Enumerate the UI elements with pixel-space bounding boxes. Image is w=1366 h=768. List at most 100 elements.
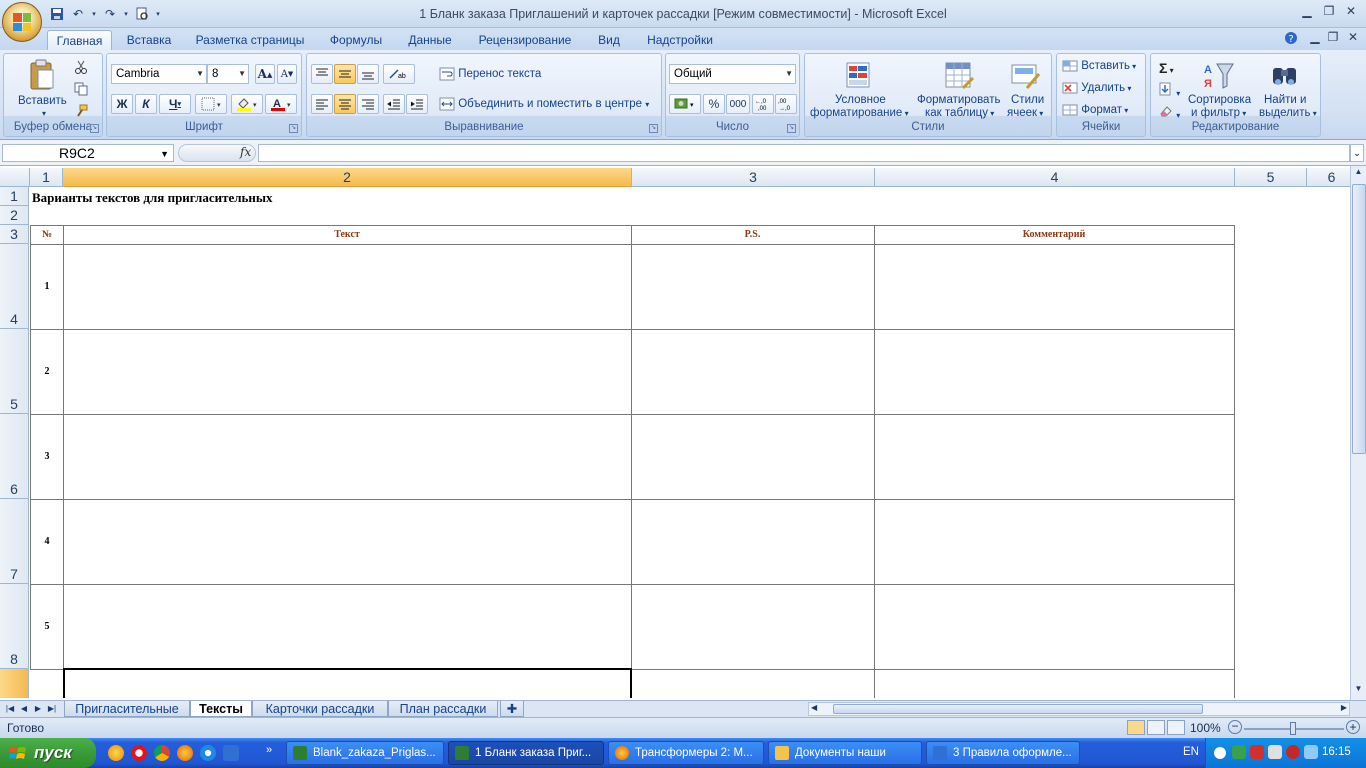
chevron-down-icon[interactable]: ▼	[160, 146, 169, 162]
column-header-1[interactable]: 1	[30, 168, 63, 187]
row-header-2[interactable]: 2	[0, 206, 29, 225]
fill-color-button[interactable]: ▾	[231, 94, 263, 114]
table-row-number[interactable]: 1	[30, 244, 64, 330]
table-cell-comment[interactable]	[874, 244, 1235, 330]
prev-sheet-icon[interactable]: ◀	[18, 702, 30, 716]
align-middle-button[interactable]	[334, 64, 356, 84]
tab-data[interactable]: Данные	[400, 30, 460, 50]
table-cell-ps[interactable]	[631, 584, 875, 670]
paste-button[interactable]: Вставить	[18, 95, 67, 107]
taskbar-button-folder[interactable]: Документы наши	[768, 741, 922, 765]
table-header-text[interactable]: Текст	[63, 225, 632, 245]
table-cell-ps[interactable]	[631, 329, 875, 415]
format-as-table-button[interactable]: как таблицу ▾	[925, 107, 994, 119]
tab-insert[interactable]: Вставка	[119, 30, 179, 50]
column-header-2[interactable]: 2	[63, 168, 632, 187]
increase-decimal-button[interactable]: ←,0,00	[752, 94, 774, 114]
help-icon[interactable]: ?	[1280, 31, 1302, 47]
insert-sheet-icon[interactable]: ✚	[500, 701, 524, 717]
insert-function-icon[interactable]: fx	[240, 145, 251, 159]
start-button[interactable]: пуск	[0, 738, 96, 768]
font-name-combo[interactable]: Cambria ▼	[111, 64, 207, 84]
tray-arrow-icon[interactable]	[1214, 747, 1226, 759]
row-header-6[interactable]: 6	[0, 414, 29, 499]
row-header-8[interactable]: 8	[0, 584, 29, 669]
close-icon[interactable]: ✕	[1340, 4, 1362, 20]
copy-icon[interactable]	[74, 82, 88, 99]
first-sheet-icon[interactable]: |◀	[4, 702, 16, 716]
format-as-table-icon[interactable]	[943, 60, 975, 92]
number-launcher-icon[interactable]: ↘	[787, 124, 796, 133]
table-cell-comment[interactable]	[874, 499, 1235, 585]
font-size-combo[interactable]: 8 ▼	[207, 64, 249, 84]
decrease-indent-button[interactable]	[383, 94, 405, 114]
quick-launch-icon[interactable]	[108, 745, 124, 761]
table-cell-comment[interactable]	[874, 669, 1235, 698]
wrap-text-button[interactable]: Перенос текста	[439, 67, 541, 81]
table-cell-text[interactable]	[63, 414, 632, 500]
word-quicklaunch-icon[interactable]	[223, 745, 239, 761]
table-header-comment[interactable]: Комментарий	[874, 225, 1235, 245]
cell-styles-icon[interactable]	[1009, 60, 1041, 92]
language-indicator[interactable]: EN	[1183, 746, 1199, 758]
column-header-6[interactable]: 6	[1307, 168, 1350, 187]
tab-review[interactable]: Рецензирование	[470, 30, 580, 50]
find-select-icon[interactable]	[1269, 60, 1301, 92]
align-top-button[interactable]	[311, 64, 333, 84]
ie-icon[interactable]	[200, 745, 216, 761]
table-cell-comment[interactable]	[874, 584, 1235, 670]
table-row-number[interactable]: 2	[30, 329, 64, 415]
tab-addins[interactable]: Надстройки	[638, 30, 722, 50]
scroll-left-icon[interactable]: ◀	[811, 703, 817, 712]
number-format-combo[interactable]: Общий ▼	[669, 64, 796, 84]
format-painter-icon[interactable]	[74, 104, 88, 121]
align-left-button[interactable]	[311, 94, 333, 114]
table-cell-comment[interactable]	[874, 414, 1235, 500]
alignment-launcher-icon[interactable]: ↘	[649, 124, 658, 133]
delete-cells-button[interactable]: Удалить ▾	[1062, 82, 1131, 94]
row-header-7[interactable]: 7	[0, 499, 29, 584]
clear-button[interactable]: ▾	[1158, 104, 1180, 121]
row-header-9[interactable]	[0, 669, 29, 698]
vertical-scroll-thumb[interactable]	[1352, 184, 1366, 454]
merge-center-button[interactable]: Объединить и поместить в центре ▾	[439, 97, 649, 111]
table-cell-ps[interactable]	[631, 499, 875, 585]
restore-icon[interactable]: ❐	[1318, 4, 1340, 20]
taskbar-button-word[interactable]: 3 Правила оформле...	[926, 741, 1080, 765]
expand-formula-bar-icon[interactable]: ⌄	[1350, 144, 1364, 162]
italic-button[interactable]: К	[135, 94, 157, 114]
doc-restore-icon[interactable]: ❐	[1322, 30, 1344, 46]
tab-view[interactable]: Вид	[590, 30, 628, 50]
taskbar-button-excel-blank[interactable]: Blank_zakaza_Priglas...	[286, 741, 444, 765]
tab-formulas[interactable]: Формулы	[321, 30, 391, 50]
underline-button[interactable]: Ч ▾	[159, 94, 191, 114]
office-button[interactable]	[2, 2, 42, 42]
clock[interactable]: 16:15	[1322, 746, 1351, 758]
select-all-corner[interactable]	[0, 168, 30, 187]
table-cell-ps[interactable]	[631, 669, 875, 698]
chrome-icon[interactable]	[154, 745, 170, 761]
normal-view-icon[interactable]	[1127, 720, 1145, 735]
format-cells-button[interactable]: Формат ▾	[1062, 104, 1128, 116]
grow-font-button[interactable]: A ▲	[255, 64, 275, 84]
sheet-tab-invitations[interactable]: Пригласительные	[64, 701, 190, 717]
tray-check-icon[interactable]	[1232, 745, 1246, 759]
orientation-button[interactable]: ab	[383, 64, 415, 84]
align-bottom-button[interactable]	[357, 64, 379, 84]
shrink-font-button[interactable]: A ▼	[277, 64, 297, 84]
clipboard-launcher-icon[interactable]: ↘	[90, 124, 99, 133]
sort-filter-icon[interactable]: АЯ	[1203, 60, 1235, 92]
sheet-tab-seating-cards[interactable]: Карточки рассадки	[252, 701, 388, 717]
row-header-5[interactable]: 5	[0, 329, 29, 414]
table-cell-comment[interactable]	[874, 329, 1235, 415]
sheet-title[interactable]: Варианты текстов для пригласительных	[32, 190, 273, 206]
tab-home[interactable]: Главная	[47, 30, 112, 50]
doc-close-icon[interactable]: ✕	[1342, 30, 1364, 46]
table-header-number[interactable]: №	[30, 225, 64, 245]
tray-volume-icon[interactable]	[1304, 745, 1318, 759]
table-row-number[interactable]: 5	[30, 584, 64, 670]
table-cell-text[interactable]	[63, 244, 632, 330]
next-sheet-icon[interactable]: ▶	[32, 702, 44, 716]
row-header-4[interactable]: 4	[0, 244, 29, 329]
decrease-decimal-button[interactable]: ,00 →,0	[775, 94, 797, 114]
